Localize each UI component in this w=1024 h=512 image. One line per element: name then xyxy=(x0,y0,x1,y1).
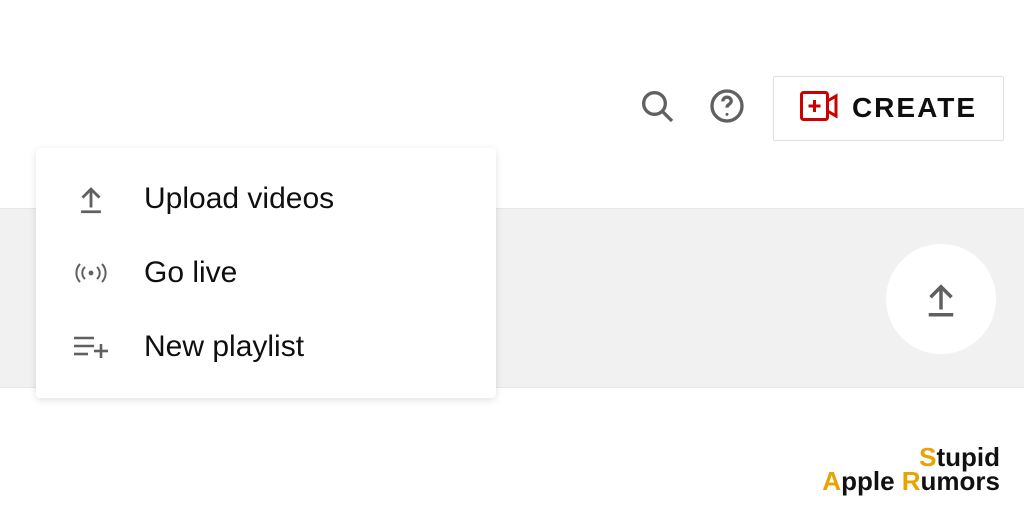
menu-item-upload-videos[interactable]: Upload videos xyxy=(36,162,496,236)
broadcast-icon xyxy=(68,250,114,296)
search-icon xyxy=(637,86,677,131)
help-icon xyxy=(707,86,747,131)
upload-icon xyxy=(918,276,964,322)
create-button[interactable]: CREATE xyxy=(773,76,1004,141)
search-button[interactable] xyxy=(633,84,681,132)
menu-item-new-playlist[interactable]: New playlist xyxy=(36,310,496,384)
menu-item-go-live[interactable]: Go live xyxy=(36,236,496,310)
menu-label: New playlist xyxy=(144,330,304,364)
create-camera-icon xyxy=(800,91,838,126)
menu-label: Go live xyxy=(144,256,237,290)
playlist-add-icon xyxy=(68,324,114,370)
watermark-line2: Apple Rumors xyxy=(822,468,1000,494)
watermark: Stupid Apple Rumors xyxy=(822,444,1000,494)
create-label: CREATE xyxy=(852,92,977,124)
create-dropdown: Upload videos Go live New playlist xyxy=(36,148,496,398)
menu-label: Upload videos xyxy=(144,182,334,216)
top-toolbar: CREATE xyxy=(0,72,1004,144)
help-button[interactable] xyxy=(703,84,751,132)
upload-fab[interactable] xyxy=(886,244,996,354)
upload-icon xyxy=(68,176,114,222)
